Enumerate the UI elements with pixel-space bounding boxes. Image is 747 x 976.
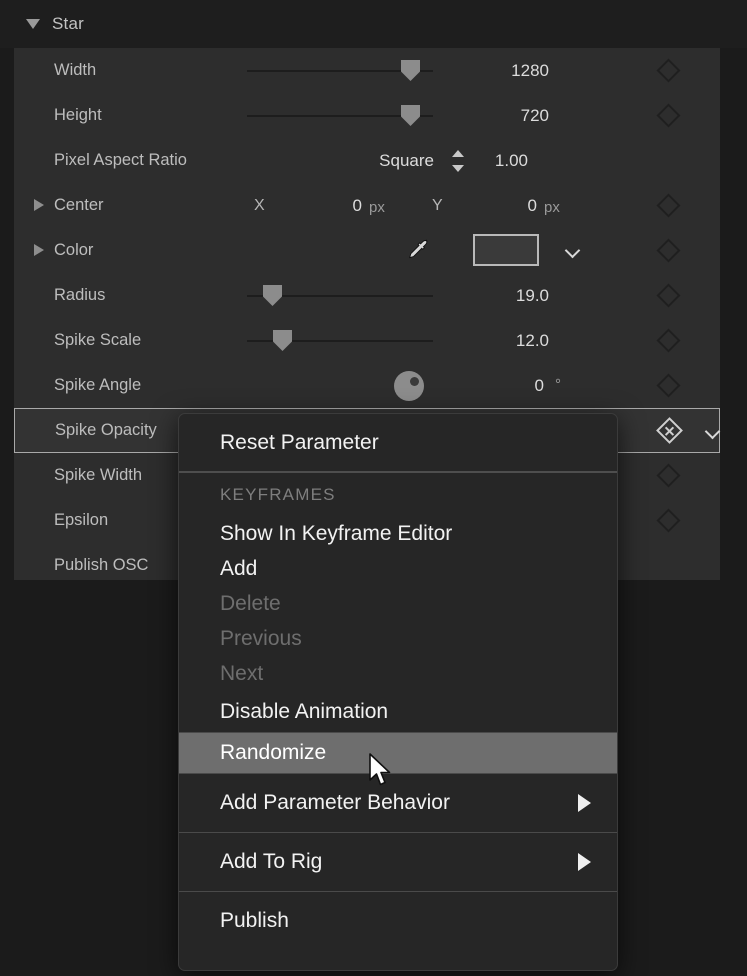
menu-item-delete: Delete xyxy=(179,586,617,621)
param-label: Pixel Aspect Ratio xyxy=(54,151,187,170)
inspector-window: Star Width 1280 Height 720 Pixel Aspect … xyxy=(0,0,747,976)
color-swatch[interactable] xyxy=(473,234,539,266)
keyframe-add-icon[interactable] xyxy=(656,417,683,444)
height-slider[interactable] xyxy=(247,93,433,138)
submenu-arrow-icon xyxy=(578,853,591,871)
param-row-spike-scale[interactable]: Spike Scale 12.0 xyxy=(14,318,720,363)
arrow-pointer-icon xyxy=(368,753,394,789)
param-value[interactable]: 720 xyxy=(439,106,549,126)
param-value[interactable]: 19.0 xyxy=(439,286,549,306)
triangle-right-icon[interactable] xyxy=(34,199,44,211)
param-label: Spike Scale xyxy=(54,331,141,350)
submenu-arrow-icon xyxy=(578,794,591,812)
menu-item-label: Add Parameter Behavior xyxy=(220,791,450,815)
slider-handle[interactable] xyxy=(263,285,282,306)
menu-item-randomize[interactable]: Randomize xyxy=(179,733,617,773)
param-label: Center xyxy=(54,196,104,215)
menu-item-show-in-keyframe-editor[interactable]: Show In Keyframe Editor xyxy=(179,516,617,551)
center-y-label: Y xyxy=(432,197,443,215)
spike-scale-slider[interactable] xyxy=(247,318,433,363)
param-value[interactable]: 0 xyxy=(454,376,544,396)
triangle-right-icon[interactable] xyxy=(34,244,44,256)
slider-handle[interactable] xyxy=(401,60,420,81)
triangle-down-icon[interactable] xyxy=(26,19,40,29)
param-row-pixel-aspect-ratio[interactable]: Pixel Aspect Ratio Square 1.00 xyxy=(14,138,720,183)
menu-item-label: Next xyxy=(220,662,263,686)
eyedropper-icon[interactable] xyxy=(406,237,432,263)
param-unit: ° xyxy=(555,376,561,393)
context-menu[interactable]: Reset Parameter KEYFRAMES Show In Keyfra… xyxy=(178,413,618,971)
menu-item-publish[interactable]: Publish xyxy=(179,892,617,949)
keyframe-diamond-icon[interactable] xyxy=(656,58,680,82)
keyframe-diamond-icon[interactable] xyxy=(656,508,680,532)
menu-item-add-to-rig[interactable]: Add To Rig xyxy=(179,833,617,891)
menu-item-reset-parameter[interactable]: Reset Parameter xyxy=(179,414,617,471)
param-label: Width xyxy=(54,61,96,80)
menu-item-label: Randomize xyxy=(220,741,326,765)
menu-item-label: Add To Rig xyxy=(220,850,322,874)
width-slider[interactable] xyxy=(247,48,433,93)
group-title: Star xyxy=(52,14,84,34)
menu-section-keyframes: KEYFRAMES xyxy=(179,473,617,516)
keyframe-diamond-icon[interactable] xyxy=(656,193,680,217)
menu-item-next: Next xyxy=(179,656,617,691)
center-y-unit: px xyxy=(544,199,560,216)
menu-item-add[interactable]: Add xyxy=(179,551,617,586)
param-value[interactable]: 1.00 xyxy=(418,151,528,171)
menu-item-label: Delete xyxy=(220,592,281,616)
slider-handle[interactable] xyxy=(273,330,292,351)
param-row-radius[interactable]: Radius 19.0 xyxy=(14,273,720,318)
center-x-label: X xyxy=(254,197,265,215)
keyframe-diamond-icon[interactable] xyxy=(656,463,680,487)
slider-handle[interactable] xyxy=(401,105,420,126)
menu-item-label: Show In Keyframe Editor xyxy=(220,522,452,546)
menu-item-label: Add xyxy=(220,557,257,581)
param-label: Spike Angle xyxy=(54,376,141,395)
menu-item-label: Reset Parameter xyxy=(220,431,379,455)
keyframe-diamond-icon[interactable] xyxy=(656,103,680,127)
param-label: Spike Width xyxy=(54,466,142,485)
keyframe-diamond-icon[interactable] xyxy=(656,328,680,352)
group-header-star[interactable]: Star xyxy=(0,0,747,48)
menu-item-add-parameter-behavior[interactable]: Add Parameter Behavior xyxy=(179,774,617,832)
menu-item-label: Publish xyxy=(220,909,289,933)
menu-item-label: Previous xyxy=(220,627,302,651)
param-label: Radius xyxy=(54,286,105,305)
param-row-spike-angle[interactable]: Spike Angle 0 ° xyxy=(14,363,720,408)
keyframe-diamond-icon[interactable] xyxy=(656,238,680,262)
param-value[interactable]: 12.0 xyxy=(439,331,549,351)
param-label: Publish OSC xyxy=(54,556,148,575)
param-row-center[interactable]: Center X 0 px Y 0 px xyxy=(14,183,720,228)
keyframe-diamond-icon[interactable] xyxy=(656,283,680,307)
keyframe-diamond-icon[interactable] xyxy=(656,373,680,397)
menu-item-previous: Previous xyxy=(179,621,617,656)
center-x-value[interactable]: 0 xyxy=(284,196,362,216)
menu-item-label: Disable Animation xyxy=(220,700,388,724)
chevron-down-icon[interactable] xyxy=(565,245,581,255)
angle-dial[interactable] xyxy=(394,371,424,401)
param-row-width[interactable]: Width 1280 xyxy=(14,48,720,93)
param-row-height[interactable]: Height 720 xyxy=(14,93,720,138)
param-label: Color xyxy=(54,241,93,260)
param-value[interactable]: 1280 xyxy=(439,61,549,81)
center-y-value[interactable]: 0 xyxy=(459,196,537,216)
param-label: Epsilon xyxy=(54,511,108,530)
pixel-aspect-popup-value[interactable]: Square xyxy=(314,151,434,171)
param-row-color[interactable]: Color xyxy=(14,228,720,273)
menu-item-disable-animation[interactable]: Disable Animation xyxy=(179,691,617,732)
angle-dial-indicator xyxy=(410,377,419,386)
menu-section-label: KEYFRAMES xyxy=(220,485,336,505)
param-label: Spike Opacity xyxy=(55,421,157,440)
center-x-unit: px xyxy=(369,199,385,216)
chevron-down-icon[interactable] xyxy=(705,426,721,436)
radius-slider[interactable] xyxy=(247,273,433,318)
param-label: Height xyxy=(54,106,102,125)
